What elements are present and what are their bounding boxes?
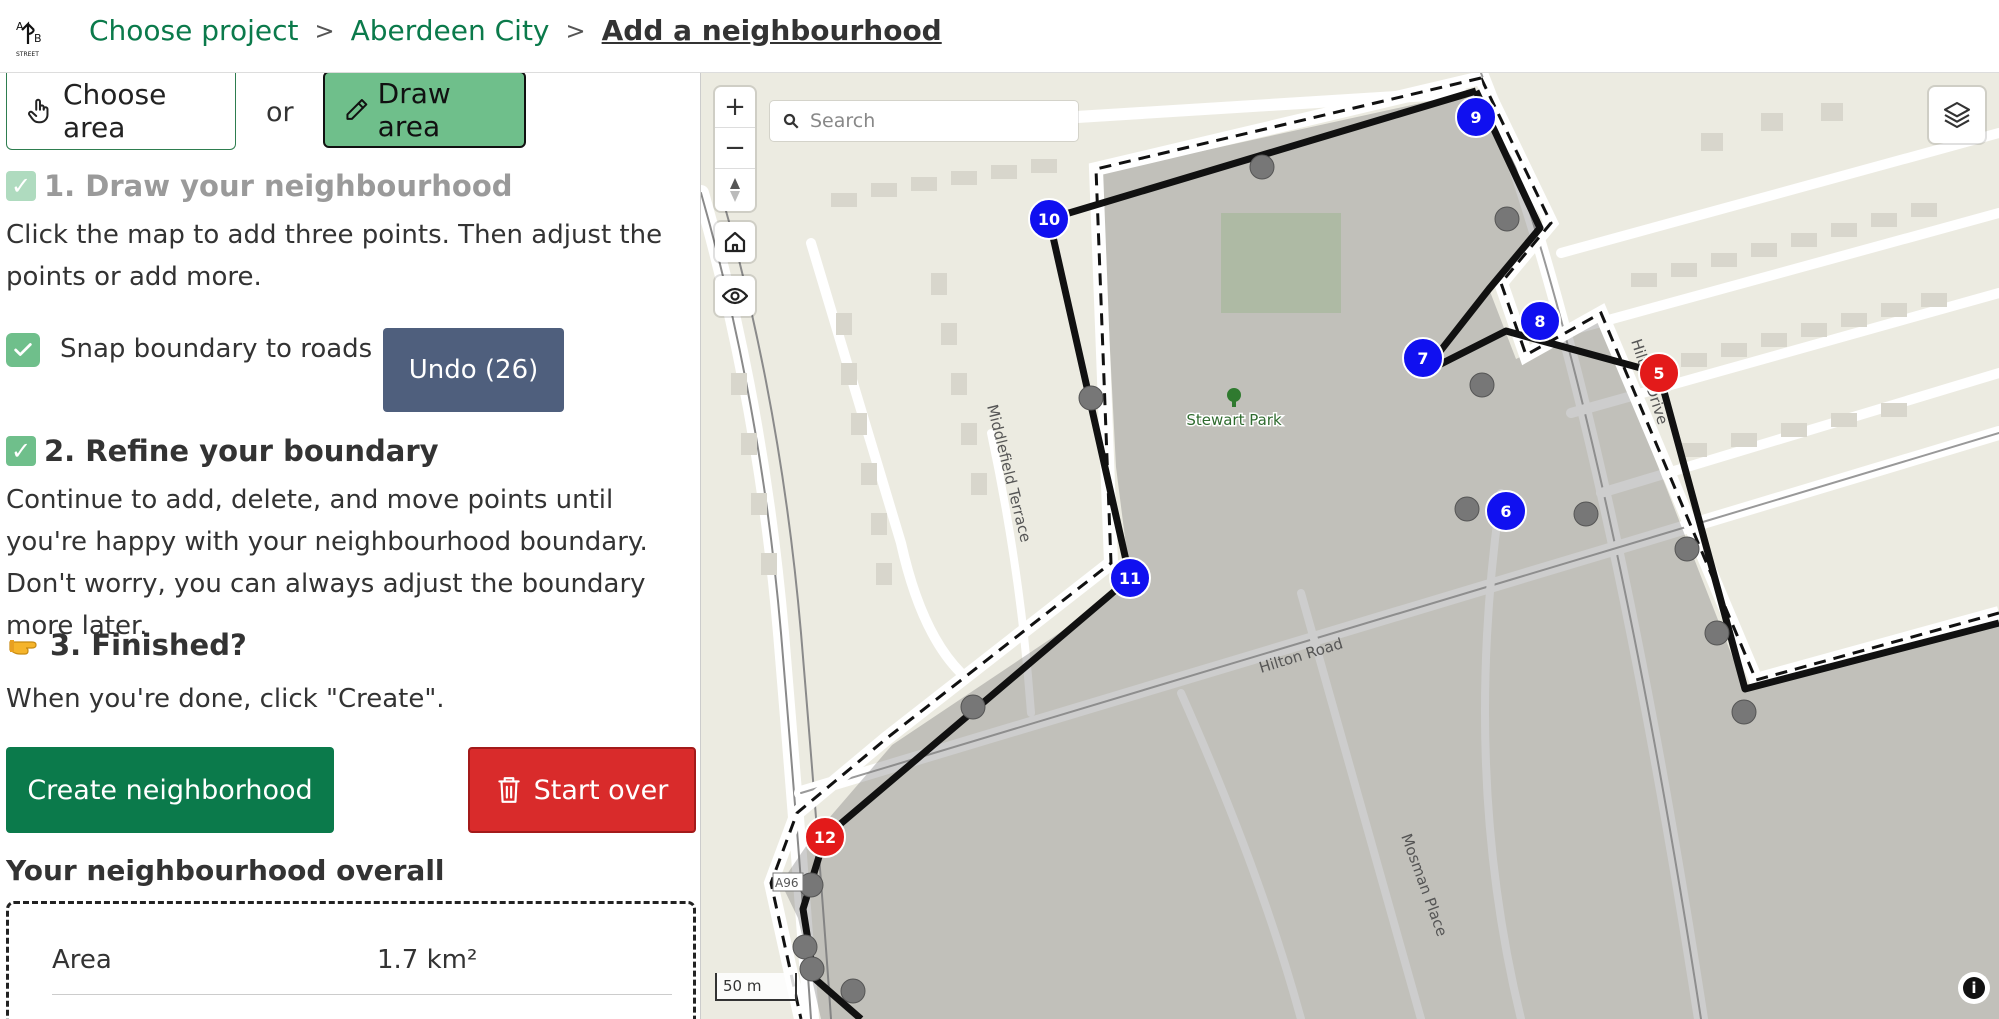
layers-button[interactable]	[1929, 87, 1985, 143]
neighbourhood-polygon[interactable]	[781, 91, 1999, 1019]
breadcrumb-separator: >	[565, 16, 586, 45]
waypoint-label: 11	[1119, 569, 1141, 588]
info-icon: i	[1963, 977, 1985, 999]
draw-area-label: Draw area	[377, 76, 451, 143]
waypoint-label: 5	[1653, 364, 1664, 383]
zoom-controls: + −	[715, 87, 755, 211]
step3-title: 3. Finished?	[50, 628, 247, 662]
svg-text:B: B	[34, 32, 42, 45]
map-scale-bar: 50 m	[715, 973, 797, 1001]
waypoint-label: 7	[1417, 349, 1428, 368]
page-title[interactable]: Add a neighbourhood	[602, 14, 942, 47]
pointer-hand-icon	[28, 98, 49, 124]
road-label-a96: A96	[775, 876, 798, 890]
area-label: Area	[52, 945, 112, 975]
step1-instructions: Click the map to add three points. Then …	[6, 220, 663, 292]
waypoint-10[interactable]: 10	[1028, 198, 1070, 240]
undo-button[interactable]: Undo (26)	[383, 328, 564, 412]
choose-area-button[interactable]: Choose area	[6, 73, 236, 150]
step3-heading: 3. Finished?	[6, 628, 247, 662]
sidebar: Choose area or Draw area ✓ 1. Draw your …	[0, 73, 701, 1019]
snap-to-roads-label[interactable]: Snap boundary to roads	[60, 334, 372, 364]
waypoint-8[interactable]: 8	[1519, 300, 1561, 342]
map-view[interactable]: Hilton Drive Hilton Road Middlefield Ter…	[701, 73, 1999, 1019]
area-value: 1.7 km²	[377, 945, 478, 975]
checkmark-icon	[14, 343, 32, 356]
breadcrumb-project-name[interactable]: Aberdeen City	[351, 14, 550, 47]
home-button[interactable]	[715, 222, 755, 262]
compass-button[interactable]	[715, 169, 755, 210]
tree-icon	[1227, 388, 1241, 402]
step2-instructions: Continue to add, delete, and move points…	[6, 485, 648, 641]
stats-divider	[52, 994, 672, 995]
map-canvas[interactable]: Hilton Drive Hilton Road Middlefield Ter…	[701, 73, 1999, 1019]
start-over-label: Start over	[533, 774, 669, 806]
step2-heading: ✓ 2. Refine your boundary	[6, 434, 439, 468]
waypoint-11[interactable]: 11	[1109, 557, 1151, 599]
breadcrumb: Choose project > Aberdeen City > Add a n…	[89, 14, 942, 47]
search-icon	[783, 113, 799, 129]
compass-icon	[730, 177, 740, 202]
breadcrumb-separator: >	[314, 16, 335, 45]
check-mark-icon: ✓	[6, 171, 36, 201]
waypoint-5[interactable]: 5	[1638, 352, 1680, 394]
svg-text:A: A	[16, 20, 24, 33]
visibility-toggle-button[interactable]	[715, 276, 755, 316]
step3-instructions: When you're done, click "Create".	[6, 684, 445, 714]
waypoint-label: 10	[1038, 210, 1060, 229]
waypoint-label: 12	[814, 828, 836, 847]
trash-icon	[497, 777, 520, 803]
pointing-hand-icon	[9, 640, 37, 655]
pencil-icon	[346, 98, 368, 120]
attribution-info-button[interactable]: i	[1958, 972, 1990, 1004]
overall-heading: Your neighbourhood overall	[6, 854, 445, 887]
snap-to-roads-checkbox[interactable]	[6, 333, 40, 367]
step1-title: 1. Draw your neighbourhood	[44, 169, 513, 203]
svg-text:STREET: STREET	[16, 51, 39, 58]
waypoint-label: 9	[1470, 108, 1481, 127]
waypoint-label: 8	[1534, 312, 1545, 331]
check-mark-icon: ✓	[6, 436, 36, 466]
ab-street-logo[interactable]: A B STREET	[14, 10, 52, 58]
draw-area-button[interactable]: Draw area	[323, 73, 526, 148]
zoom-in-button[interactable]: +	[715, 87, 755, 128]
layers-icon	[1943, 101, 1971, 129]
map-search[interactable]	[770, 101, 1078, 141]
zoom-out-button[interactable]: −	[715, 128, 755, 169]
waypoint-9[interactable]: 9	[1455, 96, 1497, 138]
poi-label: Stewart Park	[1186, 411, 1282, 429]
waypoint-12[interactable]: 12	[804, 816, 846, 858]
app-header: A B STREET Choose project > Aberdeen Cit…	[0, 0, 1999, 73]
choose-area-label: Choose area	[62, 78, 167, 144]
or-text: or	[266, 97, 294, 128]
eye-icon	[722, 287, 748, 305]
breadcrumb-choose-project[interactable]: Choose project	[89, 14, 298, 47]
waypoint-label: 6	[1500, 502, 1511, 521]
create-neighbourhood-button[interactable]: Create neighborhood	[6, 747, 334, 833]
step2-title: 2. Refine your boundary	[44, 434, 439, 468]
start-over-button[interactable]: Start over	[468, 747, 696, 833]
waypoint-7[interactable]: 7	[1402, 337, 1444, 379]
search-input[interactable]	[810, 110, 1060, 132]
waypoint-6[interactable]: 6	[1485, 490, 1527, 532]
home-icon	[724, 231, 746, 253]
step1-heading: ✓ 1. Draw your neighbourhood	[6, 169, 513, 203]
